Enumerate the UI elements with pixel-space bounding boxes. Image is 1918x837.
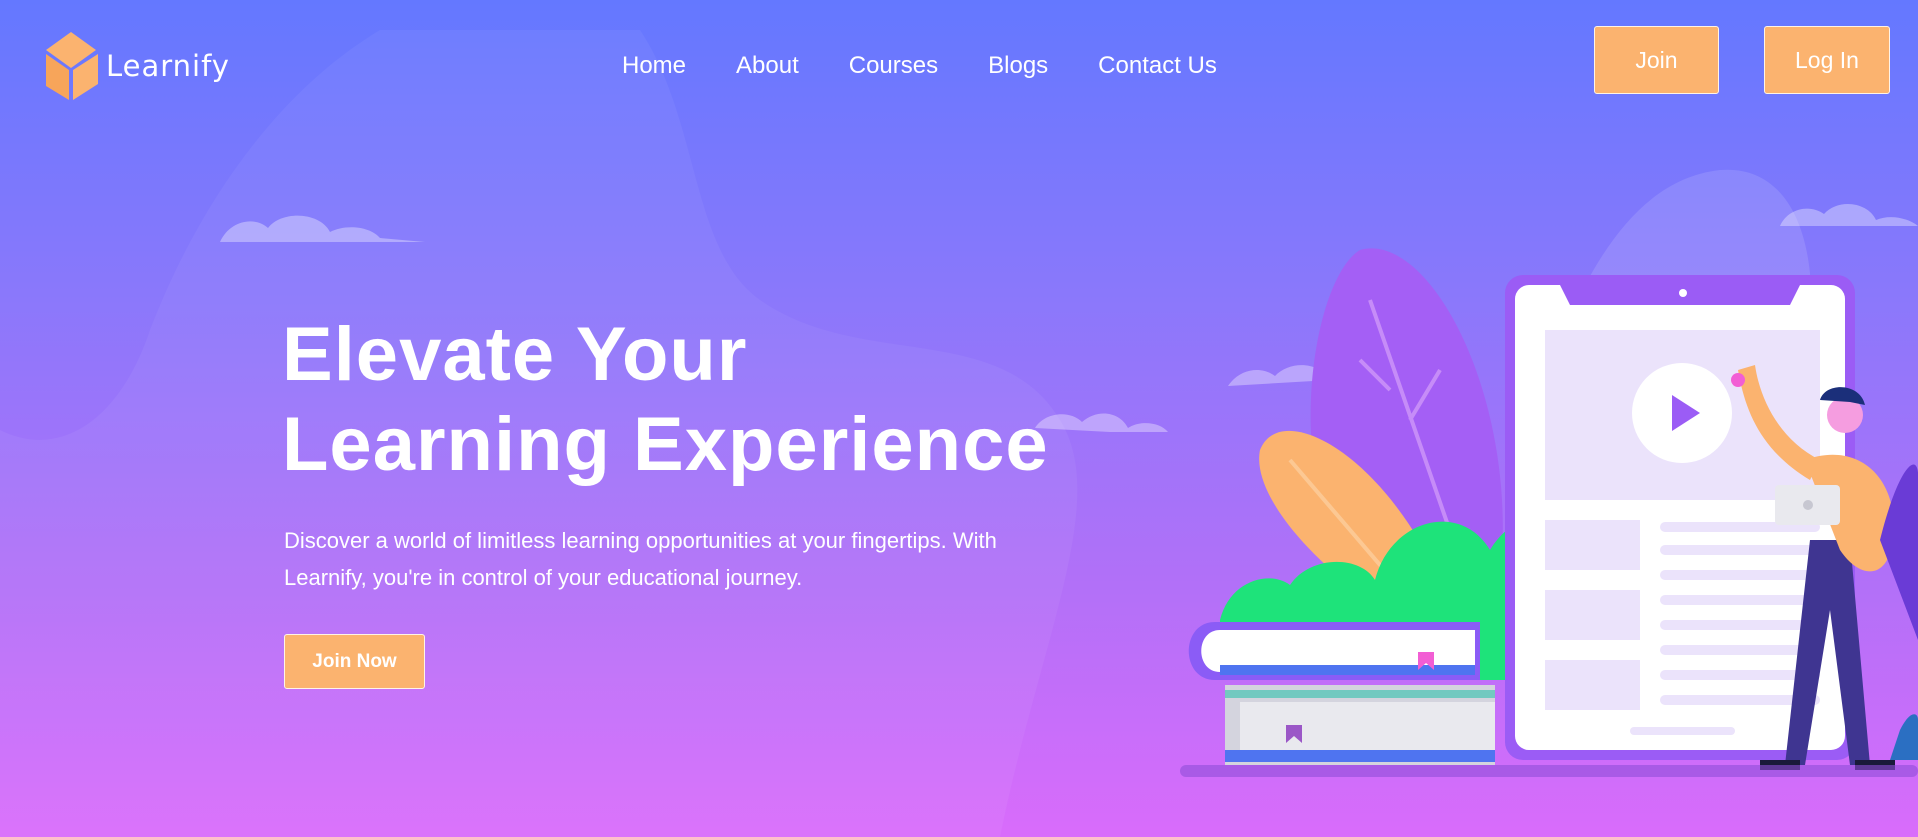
hero-illustration [1180,169,1918,777]
nav-item-about[interactable]: About [736,52,799,80]
nav-item-home[interactable]: Home [622,52,686,80]
brand-logo[interactable]: Learnify [40,30,230,102]
hero-title: Elevate Your Learning Experience [282,310,1049,490]
site-header: Learnify Home About Courses Blogs Contac… [0,0,1918,130]
login-button[interactable]: Log In [1764,26,1890,94]
nav-item-courses[interactable]: Courses [849,52,938,80]
main-nav: Home About Courses Blogs Contact Us [622,52,1267,80]
logo-cube-icon [46,32,98,100]
brand-name: Learnify [106,49,230,83]
hero-description-line2: Learnify, you're in control of your educ… [284,565,803,590]
join-button[interactable]: Join [1594,26,1719,94]
nav-item-contact[interactable]: Contact Us [1098,52,1217,80]
hero-description: Discover a world of limitless learning o… [284,522,1044,596]
hero-title-line2: Learning Experience [282,402,1049,487]
nav-item-blogs[interactable]: Blogs [988,52,1048,80]
join-now-button[interactable]: Join Now [284,634,425,689]
hero-title-line1: Elevate Your [282,312,748,397]
hero-description-line1: Discover a world of limitless learning o… [284,528,997,553]
